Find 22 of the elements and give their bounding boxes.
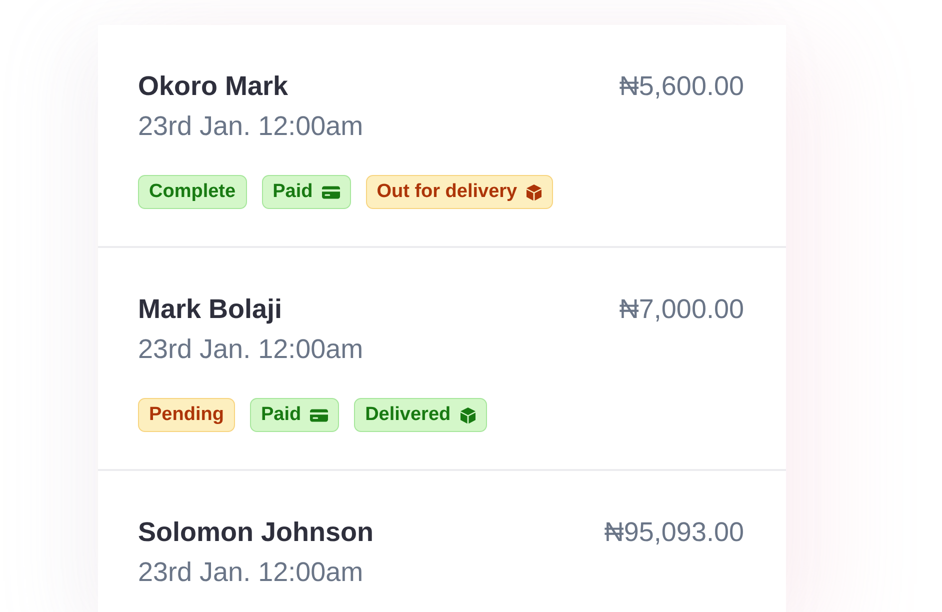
status-badge: Pending [138, 398, 235, 432]
customer-name: Mark Bolaji [138, 293, 284, 325]
cube-icon [460, 406, 476, 424]
credit-card-icon [310, 408, 328, 422]
order-amount: ₦95,093.00 [604, 516, 744, 548]
status-badge: Delivered [354, 398, 487, 432]
status-badge: Paid [250, 398, 340, 432]
cube-icon [526, 184, 542, 200]
order-date: 23rd Jan. 12:00am [138, 110, 364, 142]
status-badge: Paid [262, 175, 351, 209]
order-date: 23rd Jan. 12:00am [138, 556, 364, 588]
order-amount: ₦5,600.00 [619, 70, 744, 102]
order-amount: ₦7,000.00 [619, 293, 744, 325]
order-row[interactable]: Mark Bolaji 23rd Jan. 12:00am ₦7,000.00 Pending Paid Delivered [98, 248, 786, 471]
status-badge: Complete [138, 175, 247, 209]
order-row[interactable]: Okoro Mark 23rd Jan. 12:00am ₦5,600.00 Complete Paid Out for delivery [98, 25, 786, 248]
customer-name: Solomon Johnson [138, 516, 374, 548]
order-date: 23rd Jan. 12:00am [138, 333, 364, 365]
order-row[interactable]: Solomon Johnson 23rd Jan. 12:00am ₦95,093.00 [98, 471, 786, 612]
customer-name: Okoro Mark [138, 70, 290, 102]
credit-card-icon [322, 186, 340, 198]
status-badge: Out for delivery [366, 175, 554, 209]
